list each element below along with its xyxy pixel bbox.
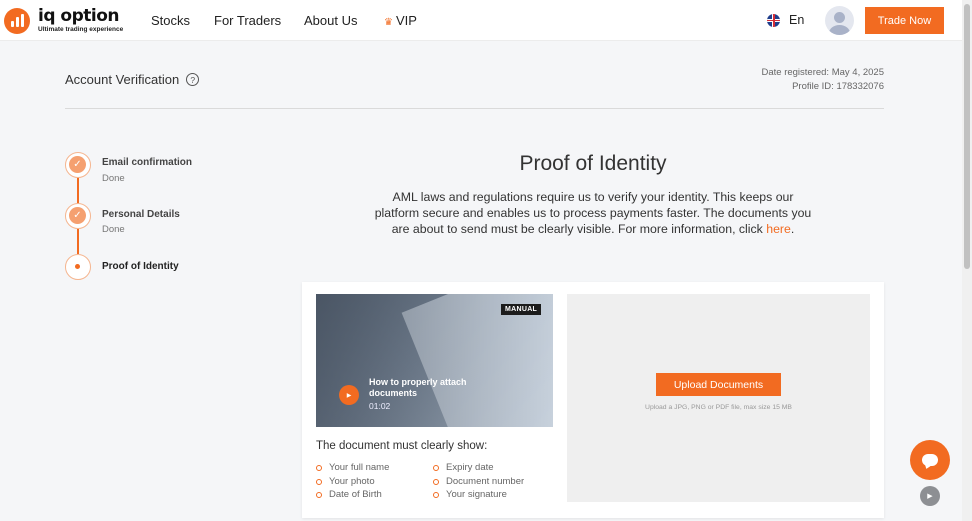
requirement-label: Your full name bbox=[329, 462, 390, 473]
step-email-status-text: Done bbox=[102, 173, 125, 184]
step-personal-title[interactable]: Personal Details bbox=[102, 209, 180, 220]
chat-icon bbox=[922, 454, 938, 466]
trade-now-button[interactable]: Trade Now bbox=[865, 7, 944, 34]
description-suffix: . bbox=[790, 222, 795, 236]
bullet-icon bbox=[433, 464, 439, 471]
expand-arrow-icon[interactable]: ▶ bbox=[920, 486, 940, 506]
nav-about-us[interactable]: About Us bbox=[304, 13, 357, 28]
requirement-item: Expiry date bbox=[433, 462, 494, 473]
scrollbar[interactable] bbox=[962, 0, 972, 521]
divider bbox=[65, 108, 884, 109]
bullet-icon bbox=[316, 478, 322, 485]
bullet-icon bbox=[433, 478, 439, 485]
step-connector bbox=[77, 176, 79, 204]
more-info-link[interactable]: here bbox=[766, 222, 791, 236]
step-email-status: ✓ bbox=[65, 152, 91, 178]
nav-for-traders[interactable]: For Traders bbox=[214, 13, 281, 28]
page-title: Account Verification ? bbox=[65, 72, 200, 87]
main-description: AML laws and regulations require us to v… bbox=[370, 189, 816, 237]
verification-card: MANUAL ▶ How to properly attach document… bbox=[302, 282, 884, 518]
question-circle-icon[interactable]: ? bbox=[186, 73, 200, 86]
upload-hint: Upload a JPG, PNG or PDF file, max size … bbox=[645, 404, 792, 411]
date-registered: Date registered: May 4, 2025 bbox=[761, 67, 884, 78]
nav-stocks[interactable]: Stocks bbox=[151, 13, 190, 28]
logo[interactable]: iq option Ultimate trading experience bbox=[4, 8, 123, 34]
requirements-heading: The document must clearly show: bbox=[316, 440, 488, 452]
requirement-item: Document number bbox=[433, 476, 524, 487]
bullet-icon bbox=[316, 464, 322, 471]
uk-flag-icon bbox=[767, 13, 780, 27]
top-header: iq option Ultimate trading experience St… bbox=[0, 0, 962, 41]
language-label: En bbox=[789, 13, 805, 27]
description-text: AML laws and regulations require us to v… bbox=[374, 190, 812, 236]
upload-dropzone[interactable]: Upload Documents Upload a JPG, PNG or PD… bbox=[567, 294, 870, 502]
step-proof-title[interactable]: Proof of Identity bbox=[102, 261, 179, 272]
manual-badge: MANUAL bbox=[501, 304, 542, 315]
logo-name: iq option bbox=[38, 6, 120, 27]
check-icon: ✓ bbox=[69, 207, 86, 224]
scrollbar-thumb[interactable] bbox=[964, 4, 970, 269]
requirement-label: Document number bbox=[446, 476, 525, 487]
active-dot-icon bbox=[75, 264, 80, 269]
requirement-label: Your signature bbox=[446, 489, 507, 500]
bullet-icon bbox=[433, 491, 439, 498]
check-icon: ✓ bbox=[69, 156, 86, 173]
play-icon[interactable]: ▶ bbox=[339, 385, 359, 405]
language-selector[interactable]: En bbox=[767, 13, 804, 27]
requirement-label: Date of Birth bbox=[329, 489, 382, 500]
requirement-item: Your signature bbox=[433, 489, 507, 500]
requirement-label: Expiry date bbox=[446, 462, 494, 473]
profile-id: Profile ID: 178332076 bbox=[792, 81, 884, 92]
chat-button[interactable] bbox=[910, 440, 950, 480]
logo-icon bbox=[4, 8, 30, 34]
requirement-item: Your photo bbox=[316, 476, 375, 487]
upload-documents-button[interactable]: Upload Documents bbox=[656, 373, 781, 396]
video-duration: 01:02 bbox=[369, 401, 391, 411]
logo-tagline: Ultimate trading experience bbox=[38, 26, 124, 34]
nav-vip[interactable]: ♛ VIP bbox=[384, 13, 417, 28]
crown-icon: ♛ bbox=[384, 17, 393, 28]
video-thumbnail[interactable]: MANUAL ▶ How to properly attach document… bbox=[316, 294, 553, 427]
step-proof-status bbox=[65, 254, 91, 280]
step-email-title[interactable]: Email confirmation bbox=[102, 157, 192, 168]
nav-vip-label: VIP bbox=[395, 13, 417, 28]
account-meta: Date registered: May 4, 2025 Profile ID:… bbox=[761, 66, 884, 94]
avatar[interactable] bbox=[825, 6, 854, 35]
requirement-item: Your full name bbox=[316, 462, 389, 473]
main-title: Proof of Identity bbox=[519, 152, 667, 175]
page-title-text: Account Verification bbox=[65, 72, 180, 87]
step-personal-status-text: Done bbox=[102, 224, 125, 235]
requirement-item: Date of Birth bbox=[316, 489, 382, 500]
video-title: How to properly attach documents bbox=[369, 377, 467, 398]
step-connector bbox=[77, 228, 79, 254]
bullet-icon bbox=[316, 491, 322, 498]
requirement-label: Your photo bbox=[329, 476, 375, 487]
step-personal-status: ✓ bbox=[65, 203, 91, 229]
